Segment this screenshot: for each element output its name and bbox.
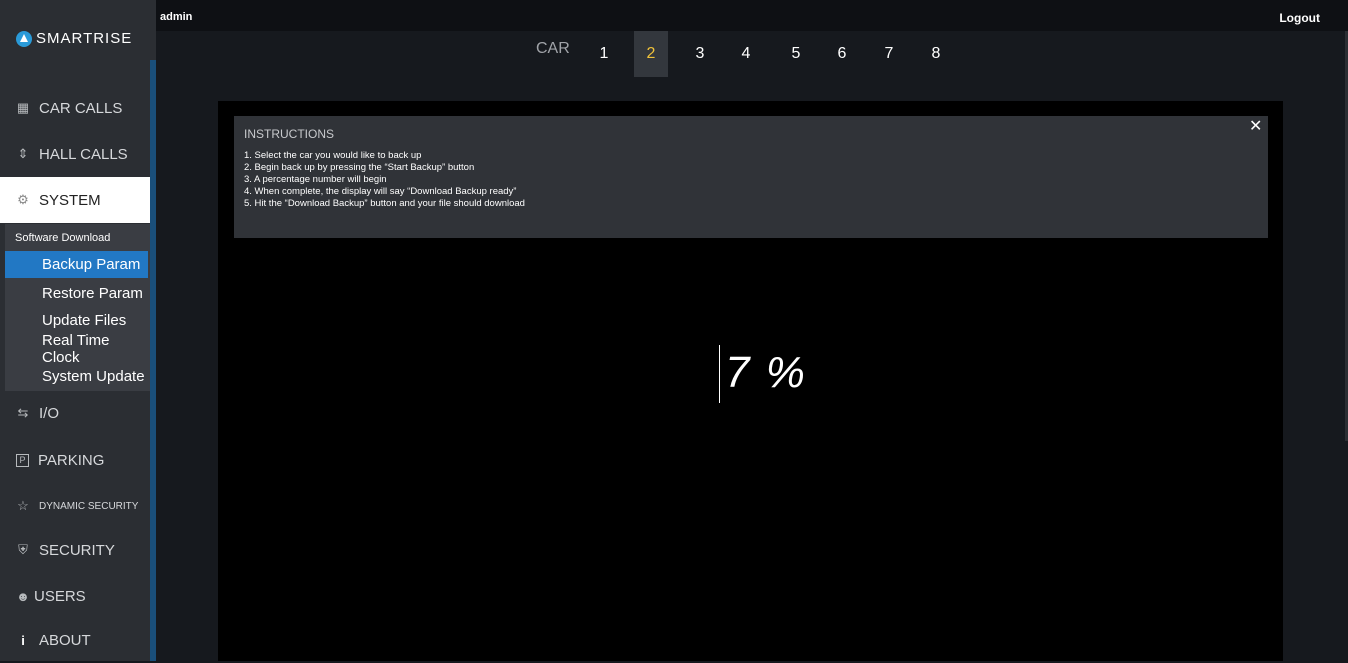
car-tab-2[interactable]: 2 bbox=[634, 31, 668, 77]
star-icon: ☆ bbox=[17, 498, 29, 513]
brand-logo[interactable]: SMARTRISE bbox=[16, 30, 132, 47]
logout-button[interactable]: Logout bbox=[1279, 11, 1320, 25]
submenu-item-system-update[interactable]: System Update bbox=[5, 363, 148, 390]
submenu-item-label: Backup Param bbox=[42, 256, 141, 273]
submenu-item-software-download[interactable]: Software Download bbox=[5, 224, 148, 251]
sidebar-item-label: SECURITY bbox=[39, 541, 115, 559]
sidebar-item-users[interactable]: ☻ USERS bbox=[0, 573, 150, 619]
sidebar-item-label: USERS bbox=[34, 587, 86, 605]
submenu-item-label: Update Files bbox=[42, 312, 127, 329]
brand-name: SMARTRISE bbox=[36, 30, 133, 47]
car-tab-1[interactable]: 1 bbox=[587, 31, 621, 77]
text-cursor bbox=[719, 345, 720, 403]
sidebar-item-label: SYSTEM bbox=[39, 191, 101, 209]
sidebar-item-io[interactable]: ⇆ I/O bbox=[0, 390, 150, 436]
sidebar-item-label: CAR CALLS bbox=[39, 99, 123, 117]
submenu-item-update-files[interactable]: Update Files bbox=[5, 307, 148, 334]
info-icon: i bbox=[21, 632, 25, 648]
submenu-item-label: Restore Param bbox=[42, 285, 143, 302]
sidebar-item-label: HALL CALLS bbox=[39, 145, 128, 163]
car-tab-5[interactable]: 5 bbox=[779, 31, 813, 77]
submenu-item-restore-param[interactable]: Restore Param bbox=[5, 280, 148, 307]
smartrise-logo-icon bbox=[16, 30, 32, 47]
parking-icon: P bbox=[16, 453, 29, 467]
sidebar-scrollbar[interactable] bbox=[150, 60, 156, 661]
sidebar-item-label: ABOUT bbox=[39, 631, 91, 649]
sidebar-item-dynamic-security[interactable]: ☆ DYNAMIC SECURITY bbox=[0, 483, 150, 529]
instruction-line: 1. Select the car you would like to back… bbox=[244, 150, 422, 161]
submenu-item-label: Real Time Clock bbox=[42, 331, 110, 366]
instructions-box: INSTRUCTIONS 1. Select the car you would… bbox=[234, 116, 1268, 238]
car-selector-label: CAR bbox=[536, 40, 570, 57]
submenu-item-backup-param[interactable]: Backup Param bbox=[5, 251, 148, 278]
shield-icon: ⛨ bbox=[18, 542, 28, 557]
car-tab-3[interactable]: 3 bbox=[683, 31, 717, 77]
instruction-line: 3. A percentage number will begin bbox=[244, 174, 387, 185]
sidebar-item-label: I/O bbox=[39, 404, 60, 422]
username: admin bbox=[160, 11, 193, 23]
car-tab-7[interactable]: 7 bbox=[872, 31, 906, 77]
up-down-chevron-icon: ⇕ bbox=[17, 146, 29, 161]
instruction-line: 2. Begin back up by pressing the “Start … bbox=[244, 162, 475, 173]
car-tab-4[interactable]: 4 bbox=[729, 31, 763, 77]
sidebar-item-label: PARKING bbox=[38, 451, 105, 469]
sidebar-item-label: DYNAMIC SECURITY bbox=[39, 500, 139, 512]
top-bar: admin Logout bbox=[0, 0, 1348, 31]
sidebar-item-parking[interactable]: P PARKING bbox=[0, 437, 150, 483]
backup-progress-percent: 7 % bbox=[725, 348, 807, 397]
sidebar-item-hall-calls[interactable]: ⇕ HALL CALLS bbox=[0, 131, 150, 177]
swap-arrows-icon: ⇆ bbox=[17, 405, 29, 420]
sidebar-item-about[interactable]: i ABOUT bbox=[0, 617, 150, 663]
sidebar-item-system[interactable]: ⚙ SYSTEM bbox=[0, 177, 150, 223]
sidebar-item-security[interactable]: ⛨ SECURITY bbox=[0, 527, 150, 573]
close-icon[interactable]: ✕ bbox=[1249, 119, 1262, 135]
keypad-icon: ▦ bbox=[16, 100, 30, 115]
gear-icon: ⚙ bbox=[17, 192, 29, 207]
submenu-item-real-time-clock[interactable]: Real Time Clock bbox=[5, 332, 148, 366]
submenu-item-label: System Update bbox=[42, 368, 145, 385]
car-tab-6[interactable]: 6 bbox=[825, 31, 859, 77]
car-tab-8[interactable]: 8 bbox=[919, 31, 953, 77]
instructions-title: INSTRUCTIONS bbox=[244, 127, 334, 141]
submenu-item-label: Software Download bbox=[15, 231, 111, 244]
users-icon: ☻ bbox=[16, 588, 30, 604]
instruction-line: 4. When complete, the display will say “… bbox=[244, 186, 517, 197]
sidebar: SMARTRISE ▦ CAR CALLS ⇕ HALL CALLS ⚙ SYS… bbox=[0, 0, 156, 661]
instruction-line: 5. Hit the “Download Backup” button and … bbox=[244, 198, 525, 209]
sidebar-item-car-calls[interactable]: ▦ CAR CALLS bbox=[0, 85, 150, 131]
